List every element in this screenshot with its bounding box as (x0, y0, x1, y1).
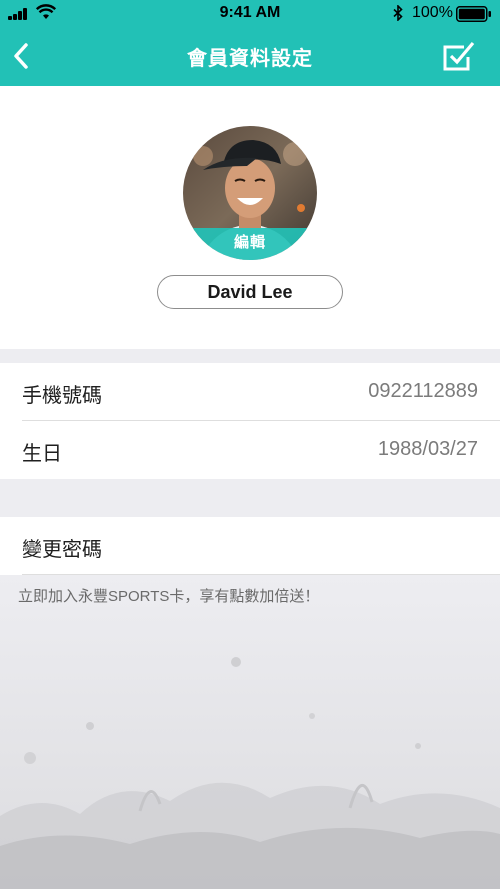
phone-value: 0922112889 (368, 380, 478, 402)
change-password-row[interactable]: 變更密碼 (0, 517, 500, 575)
ink-splash-background (0, 576, 500, 889)
page-title: 會員資料設定 (187, 48, 313, 70)
info-section: 手機號碼 0922112889 生日 1988/03/27 (0, 363, 500, 479)
phone-row[interactable]: 手機號碼 0922112889 (0, 363, 500, 421)
password-section: 變更密碼 (0, 517, 500, 575)
birthday-label: 生日 (22, 443, 62, 465)
status-bar: 9:41 AM 100% (0, 0, 500, 28)
birthday-row[interactable]: 生日 1988/03/27 (0, 421, 500, 479)
phone-label: 手機號碼 (22, 385, 102, 407)
battery-icon (456, 6, 491, 22)
nav-bar: 會員資料設定 (0, 28, 500, 86)
avatar[interactable]: 編輯 (183, 126, 317, 260)
profile-section: 編輯 David Lee (0, 86, 500, 349)
row-divider (22, 574, 500, 575)
back-button[interactable] (4, 36, 44, 76)
change-password-label: 變更密碼 (22, 539, 102, 561)
chevron-left-icon (14, 43, 28, 69)
battery-percentage: 100% (412, 4, 453, 21)
save-button[interactable] (440, 40, 476, 74)
bluetooth-icon (393, 5, 403, 21)
sports-card-promo-link[interactable]: 立即加入永豐SPORTS卡，享有點數加倍送！ (18, 585, 319, 606)
birthday-value: 1988/03/27 (377, 438, 478, 460)
avatar-edit-label[interactable]: 編輯 (183, 228, 317, 260)
checkbox-check-icon (443, 41, 475, 71)
app-header: 9:41 AM 100% 會員資料設定 (0, 0, 500, 86)
name-field[interactable]: David Lee (157, 275, 343, 309)
